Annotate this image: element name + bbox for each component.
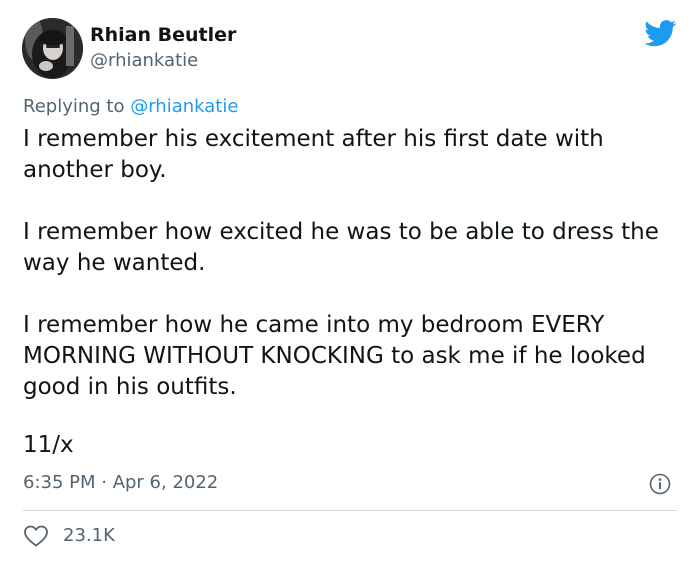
heart-icon[interactable]: [23, 524, 49, 548]
tweet-paragraph: I remember how he came into my bedroom E…: [23, 312, 646, 400]
replying-to: Replying to @rhiankatie: [23, 96, 238, 118]
info-icon[interactable]: [649, 473, 671, 495]
tweet-paragraph: I remember how excited he was to be able…: [23, 219, 659, 276]
twitter-bird-icon[interactable]: [644, 20, 677, 47]
tweet-timestamp[interactable]: 6:35 PM · Apr 6, 2022: [23, 472, 218, 494]
tweet-paragraph: I remember his excitement after his firs…: [23, 126, 604, 183]
thread-count: 11/x: [23, 432, 74, 458]
replying-to-mention[interactable]: @rhiankatie: [130, 96, 238, 117]
replying-to-label: Replying to: [23, 96, 131, 117]
tweet-card: Rhian Beutler @rhiankatie Replying to @r…: [0, 0, 700, 563]
divider: [23, 510, 677, 511]
avatar[interactable]: [22, 18, 83, 79]
like-count[interactable]: 23.1K: [63, 525, 115, 547]
author-name[interactable]: Rhian Beutler: [90, 23, 236, 47]
tweet-text: I remember his excitement after his firs…: [23, 124, 688, 403]
author-handle[interactable]: @rhiankatie: [90, 50, 198, 72]
